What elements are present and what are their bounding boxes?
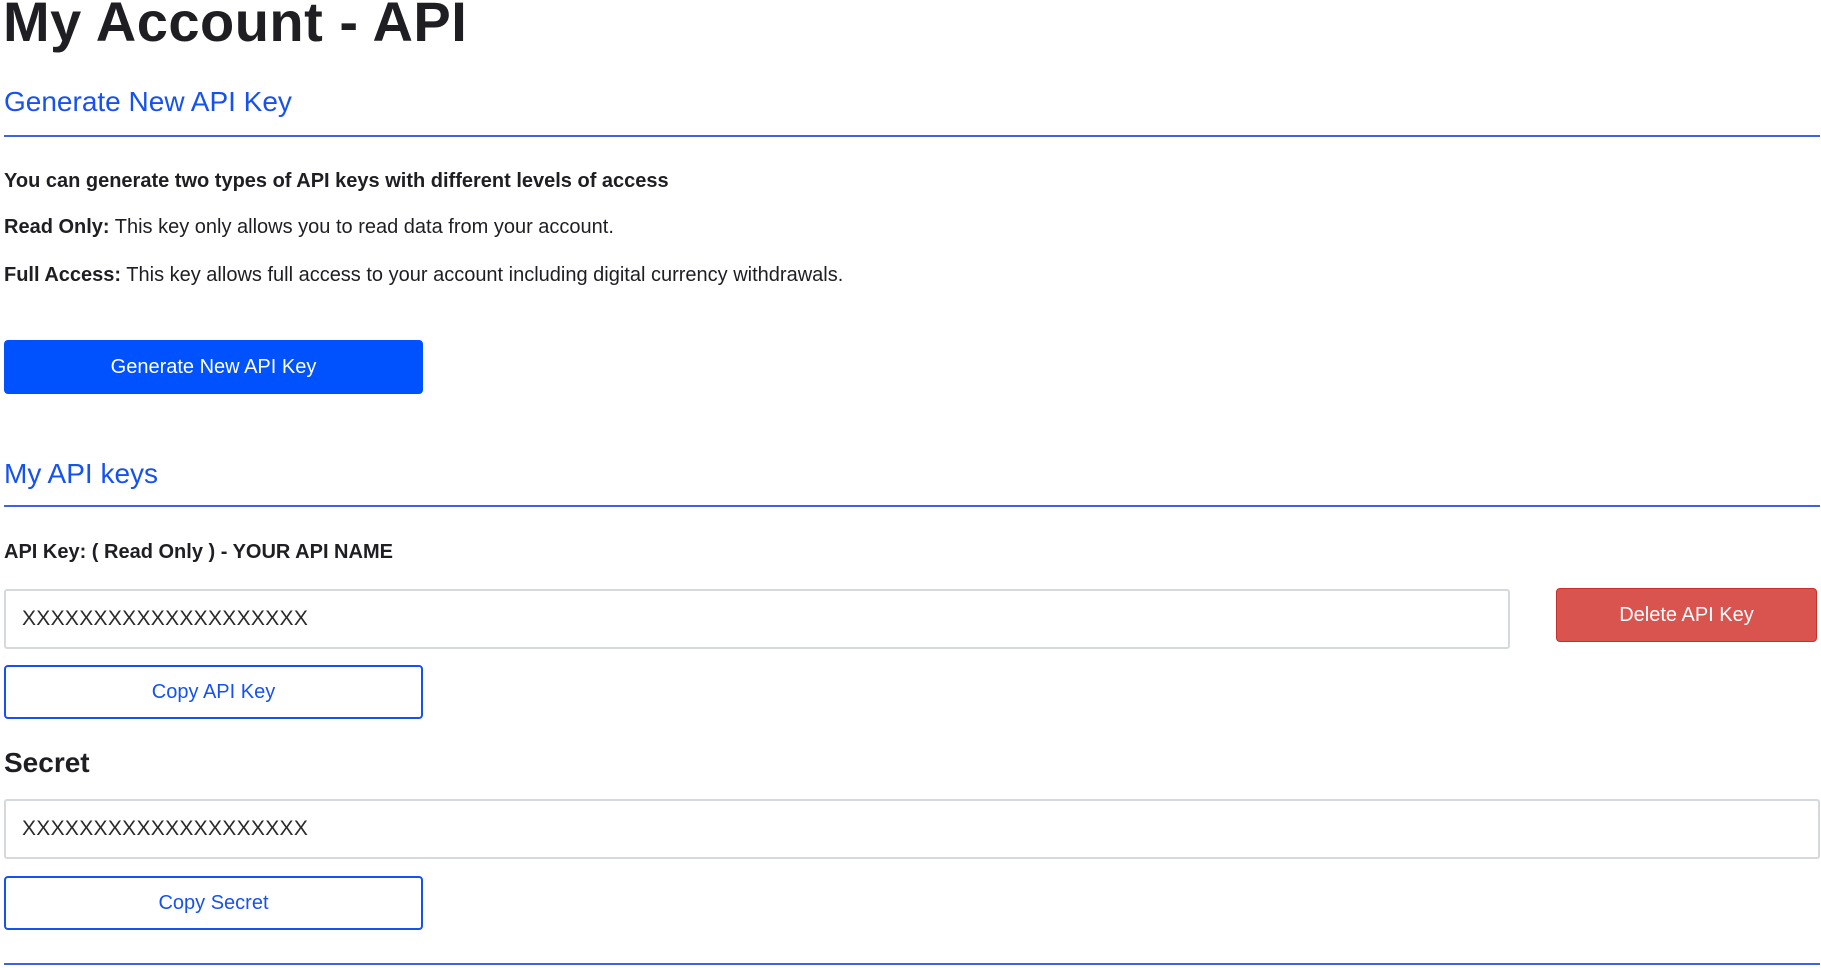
secret-label: Secret [4,747,90,778]
api-account-page: My Account - API Generate New API Key Yo… [0,0,1821,968]
section-divider [4,505,1820,507]
copy-api-key-button[interactable]: Copy API Key [4,665,423,719]
section-divider [4,135,1820,137]
read-only-label: Read Only: [4,216,110,238]
section-divider [4,963,1820,965]
read-only-text: This key only allows you to read data fr… [109,216,614,238]
delete-api-key-button[interactable]: Delete API Key [1556,588,1817,642]
page-title: My Account - API [3,0,468,53]
read-only-description: Read Only: This key only allows you to r… [4,214,614,240]
copy-secret-button[interactable]: Copy Secret [4,876,423,930]
my-api-keys-heading: My API keys [4,458,159,489]
full-access-description: Full Access: This key allows full access… [4,262,843,288]
api-key-title: API Key: ( Read Only ) - YOUR API NAME [4,541,393,563]
generate-section-heading: Generate New API Key [4,86,292,117]
api-key-field[interactable] [4,589,1510,649]
intro-text: You can generate two types of API keys w… [4,170,669,192]
secret-field[interactable] [4,799,1820,859]
full-access-label: Full Access: [4,264,122,286]
generate-api-key-button[interactable]: Generate New API Key [4,340,423,394]
full-access-text: This key allows full access to your acco… [121,264,844,286]
